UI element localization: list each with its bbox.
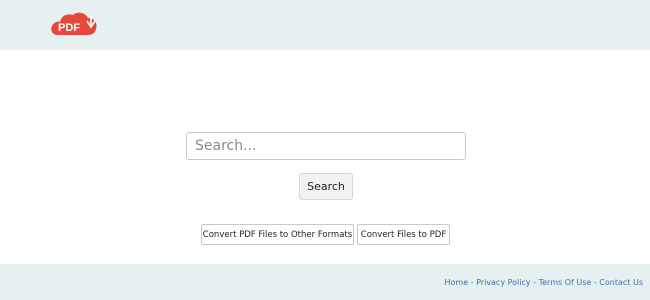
footer-link-home[interactable]: Home bbox=[444, 278, 468, 287]
footer-links: Home - Privacy Policy - Terms Of Use - C… bbox=[444, 278, 643, 287]
search-button[interactable]: Search bbox=[299, 173, 353, 200]
footer-separator: - bbox=[530, 278, 539, 287]
search-input[interactable] bbox=[186, 132, 466, 160]
convert-files-to-pdf-button[interactable]: Convert Files to PDF bbox=[357, 224, 450, 245]
footer-link-privacy-policy[interactable]: Privacy Policy bbox=[476, 278, 531, 287]
header-bar: PDF bbox=[0, 0, 650, 50]
footer-separator: - bbox=[468, 278, 477, 287]
footer-link-terms-of-use[interactable]: Terms Of Use bbox=[539, 278, 592, 287]
svg-text:PDF: PDF bbox=[58, 22, 80, 34]
pdf-cloud-logo-icon: PDF bbox=[51, 12, 97, 35]
main-content: Search Convert PDF Files to Other Format… bbox=[0, 50, 650, 264]
footer-bar: Home - Privacy Policy - Terms Of Use - C… bbox=[0, 264, 650, 300]
pdf-logo[interactable]: PDF bbox=[50, 8, 100, 38]
footer-link-contact-us[interactable]: Contact Us bbox=[599, 278, 643, 287]
convert-pdf-to-other-formats-button[interactable]: Convert PDF Files to Other Formats bbox=[201, 224, 354, 245]
